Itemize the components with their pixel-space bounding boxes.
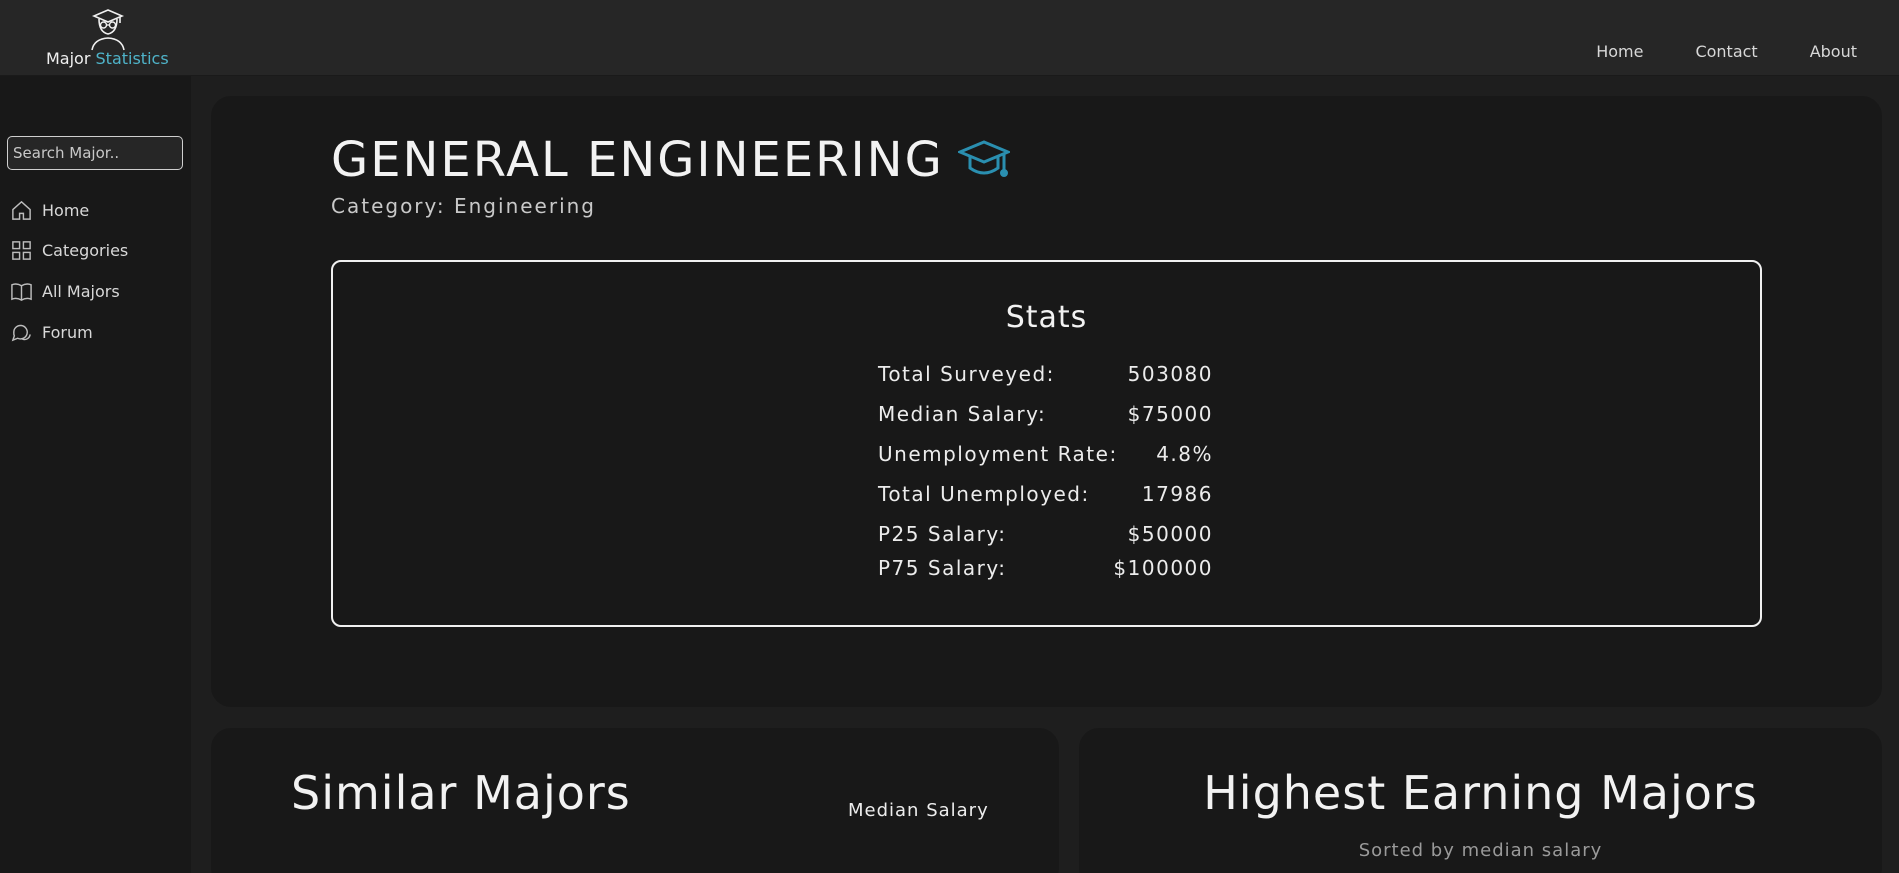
stat-label: Total Unemployed: [878,482,1090,506]
stats-heading: Stats [1005,300,1088,335]
stat-label: Total Surveyed: [878,362,1055,386]
stat-value: 17986 [1141,482,1213,506]
stat-row-unemployment-rate: Unemployment Rate: 4.8% [878,442,1213,482]
highest-earning-title: Highest Earning Majors [1203,766,1758,820]
home-icon [12,200,31,220]
major-detail-card: GENERAL ENGINEERING Category: Engineerin… [211,96,1882,707]
sidebar-item-all-majors[interactable]: All Majors [10,277,120,305]
stat-row-median-salary: Median Salary: $75000 [878,402,1213,442]
stat-label: P25 Salary: [878,522,1007,546]
stat-row-p25-salary: P25 Salary: $50000 [878,522,1213,556]
search-major-input[interactable] [7,136,183,170]
grid-icon [12,240,31,260]
site-logo[interactable]: Major Statistics [44,8,169,70]
stat-value: 4.8% [1156,442,1213,466]
median-salary-column-header: Median Salary [848,800,989,821]
similar-majors-card: Similar Majors Median Salary [211,728,1059,873]
stat-value: $75000 [1127,402,1213,426]
sidebar-item-label: Forum [42,322,93,342]
sidebar-item-categories[interactable]: Categories [10,236,128,264]
logo-word-statistics: Statistics [95,49,169,68]
stat-value: 503080 [1127,362,1213,386]
sidebar: Home Categories All Majors Forum [0,76,191,873]
sidebar-item-label: Categories [42,240,129,260]
sidebar-item-forum[interactable]: Forum [10,318,93,346]
chat-icon [11,324,31,341]
nav-contact-link[interactable]: Contact [1695,42,1757,61]
major-title-text: GENERAL ENGINEERING [331,132,944,188]
nav-home-link[interactable]: Home [1596,42,1643,61]
stats-table: Total Surveyed: 503080 Median Salary: $7… [878,362,1213,596]
logo-text: Major Statistics [46,49,169,68]
stat-label: Unemployment Rate: [878,442,1118,466]
logo-word-major: Major [46,49,91,68]
stat-row-total-unemployed: Total Unemployed: 17986 [878,482,1213,522]
graduate-avatar-icon [91,9,125,51]
stats-panel: Stats Total Surveyed: 503080 Median Sala… [331,260,1762,627]
nav-about-link[interactable]: About [1810,42,1857,61]
top-nav: Home Contact About [1596,42,1857,61]
stat-row-p75-salary: P75 Salary: $100000 [878,556,1213,596]
stat-value: $50000 [1127,522,1213,546]
major-category: Category: Engineering [331,194,596,218]
sidebar-item-label: All Majors [42,281,120,301]
stat-label: Median Salary: [878,402,1047,426]
graduation-cap-icon [957,140,1010,177]
stat-value: $100000 [1113,556,1213,580]
stat-row-total-surveyed: Total Surveyed: 503080 [878,362,1213,402]
sidebar-item-home[interactable]: Home [10,196,89,224]
book-icon [11,282,32,301]
sidebar-item-label: Home [42,200,90,220]
highest-earning-card: Highest Earning Majors Sorted by median … [1079,728,1882,873]
page-title: GENERAL ENGINEERING [331,132,1010,188]
stat-label: P75 Salary: [878,556,1007,580]
similar-majors-title: Similar Majors [291,766,631,820]
highest-earning-subtitle: Sorted by median salary [1358,840,1603,861]
top-navbar: Major Statistics Home Contact About [0,0,1899,76]
